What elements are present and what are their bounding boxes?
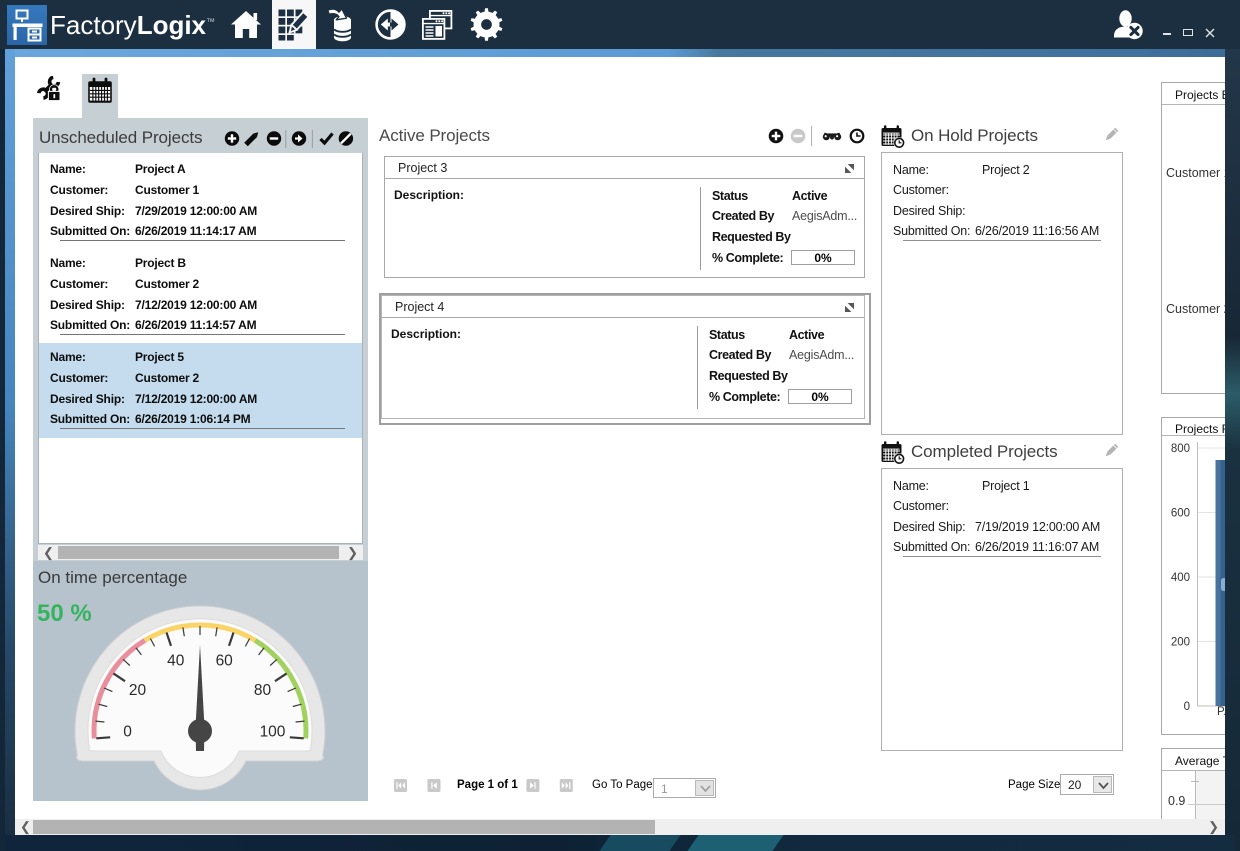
svg-text:200: 200 [1171, 637, 1190, 649]
svg-text:0: 0 [1184, 701, 1190, 713]
svg-text:60: 60 [216, 653, 234, 670]
svg-text:400: 400 [1171, 572, 1190, 584]
svg-text:P...: P... [1217, 706, 1225, 718]
svg-text:20: 20 [129, 682, 147, 699]
svg-text:80: 80 [254, 682, 272, 699]
svg-text:0: 0 [123, 724, 132, 741]
svg-text:600: 600 [1171, 508, 1190, 520]
svg-text:800: 800 [1171, 443, 1190, 455]
svg-text:100: 100 [260, 724, 286, 741]
svg-text:40: 40 [167, 653, 185, 670]
